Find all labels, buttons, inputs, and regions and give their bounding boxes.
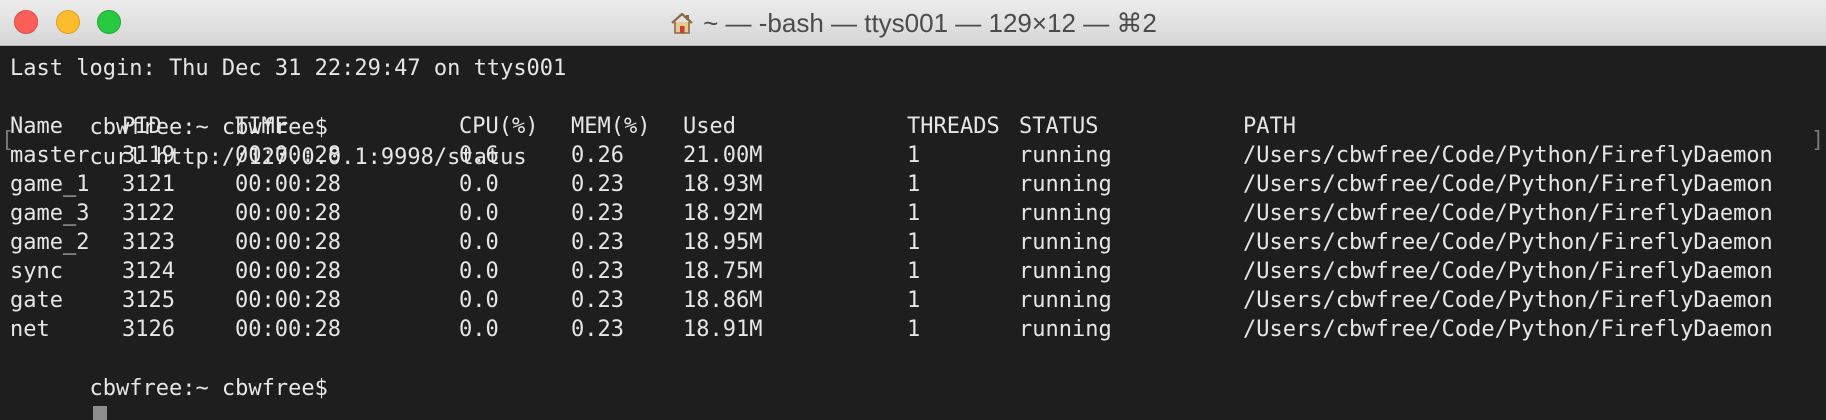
header-name: Name [10,114,63,139]
cell-name: net [10,317,50,342]
cell-pid: 3119 [122,143,175,168]
title-bar[interactable]: ~ — -bash — ttys001 — 129×12 — ⌘2 [0,0,1826,46]
terminal-window: ~ — -bash — ttys001 — 129×12 — ⌘2 Last l… [0,0,1826,420]
cell-status: running [1019,317,1112,342]
header-mem: MEM(%) [571,114,651,139]
cell-path: /Users/cbwfree/Code/Python/FireflyDaemon [1243,317,1773,342]
cell-time: 00:00:28 [235,201,341,226]
table-header-row: Name PID TIME CPU(%) MEM(%) Used THREADS… [10,112,1810,142]
cell-pid: 3125 [122,288,175,313]
cell-mem: 0.23 [571,259,624,284]
cell-name: game_2 [10,230,90,255]
cell-mem: 0.23 [571,230,624,255]
cell-path: /Users/cbwfree/Code/Python/FireflyDaemon [1243,288,1773,313]
cell-pid: 3122 [122,201,175,226]
cell-threads: 1 [907,230,921,255]
cell-status: running [1019,143,1112,168]
cell-path: /Users/cbwfree/Code/Python/FireflyDaemon [1243,201,1773,226]
cell-threads: 1 [907,288,921,313]
cell-mem: 0.23 [571,172,624,197]
shell-prompt: cbwfree:~ cbwfree$ [89,376,328,401]
header-status: STATUS [1019,114,1099,139]
header-used: Used [683,114,736,139]
terminal-content[interactable]: Last login: Thu Dec 31 22:29:47 on ttys0… [0,46,1826,420]
cell-name: master [10,143,90,168]
header-path: PATH [1243,114,1296,139]
cell-cpu: 0.0 [459,259,499,284]
cell-path: /Users/cbwfree/Code/Python/FireflyDaemon [1243,172,1773,197]
last-login-line: Last login: Thu Dec 31 22:29:47 on ttys0… [10,56,567,81]
cell-threads: 1 [907,172,921,197]
cell-time: 00:00:28 [235,288,341,313]
cell-time: 00:00:28 [235,143,341,168]
window-title: ~ — -bash — ttys001 — 129×12 — ⌘2 [703,7,1157,38]
cell-used: 18.75M [683,259,763,284]
cell-threads: 1 [907,201,921,226]
cell-cpu: 0.0 [459,230,499,255]
cell-cpu: 0.0 [459,317,499,342]
cell-status: running [1019,230,1112,255]
cell-cpu: 0.0 [459,201,499,226]
table-row: net 3126 00:00:28 0.0 0.23 18.91M 1 runn… [10,315,1810,345]
table-row: gate 3125 00:00:28 0.0 0.23 18.86M 1 run… [10,286,1810,316]
cell-used: 18.91M [683,317,763,342]
header-threads: THREADS [907,114,1000,139]
cell-status: running [1019,259,1112,284]
table-row: sync 3124 00:00:28 0.0 0.23 18.75M 1 run… [10,257,1810,287]
cell-pid: 3124 [122,259,175,284]
cell-name: gate [10,288,63,313]
cell-path: /Users/cbwfree/Code/Python/FireflyDaemon [1243,230,1773,255]
text-cursor [93,405,108,420]
cell-used: 18.86M [683,288,763,313]
cell-status: running [1019,288,1112,313]
cell-used: 18.92M [683,201,763,226]
mark-bracket-right: ] [1811,128,1825,153]
cell-pid: 3121 [122,172,175,197]
cell-mem: 0.26 [571,143,624,168]
window-title-container: ~ — -bash — ttys001 — 129×12 — ⌘2 [0,0,1826,46]
header-pid: PID [122,114,162,139]
cell-used: 18.95M [683,230,763,255]
cell-cpu: 0.0 [459,172,499,197]
table-row: game_2 3123 00:00:28 0.0 0.23 18.95M 1 r… [10,228,1810,258]
cell-time: 00:00:28 [235,317,341,342]
cell-time: 00:00:28 [235,172,341,197]
current-prompt-line[interactable]: cbwfree:~ cbwfree$ [10,344,328,420]
cell-name: sync [10,259,63,284]
cell-pid: 3126 [122,317,175,342]
cell-threads: 1 [907,259,921,284]
cell-mem: 0.23 [571,317,624,342]
header-cpu: CPU(%) [459,114,539,139]
home-icon [671,12,693,34]
command-line: cbwfree:~ cbwfree$ curl http://127.0.0.1… [10,83,526,170]
table-row: game_3 3122 00:00:28 0.0 0.23 18.92M 1 r… [10,199,1810,229]
header-time: TIME [235,114,288,139]
cell-cpu: 0.6 [459,143,499,168]
cell-status: running [1019,201,1112,226]
cell-name: game_3 [10,201,90,226]
cell-cpu: 0.0 [459,288,499,313]
cell-path: /Users/cbwfree/Code/Python/FireflyDaemon [1243,143,1773,168]
cell-used: 18.93M [683,172,763,197]
cell-mem: 0.23 [571,288,624,313]
cell-mem: 0.23 [571,201,624,226]
cell-name: game_1 [10,172,90,197]
cell-time: 00:00:28 [235,259,341,284]
cell-time: 00:00:28 [235,230,341,255]
cell-threads: 1 [907,317,921,342]
cell-threads: 1 [907,143,921,168]
cell-path: /Users/cbwfree/Code/Python/FireflyDaemon [1243,259,1773,284]
cell-status: running [1019,172,1112,197]
cell-pid: 3123 [122,230,175,255]
cell-used: 21.00M [683,143,763,168]
table-row: game_1 3121 00:00:28 0.0 0.23 18.93M 1 r… [10,170,1810,200]
table-row: master 3119 00:00:28 0.6 0.26 21.00M 1 r… [10,141,1810,171]
